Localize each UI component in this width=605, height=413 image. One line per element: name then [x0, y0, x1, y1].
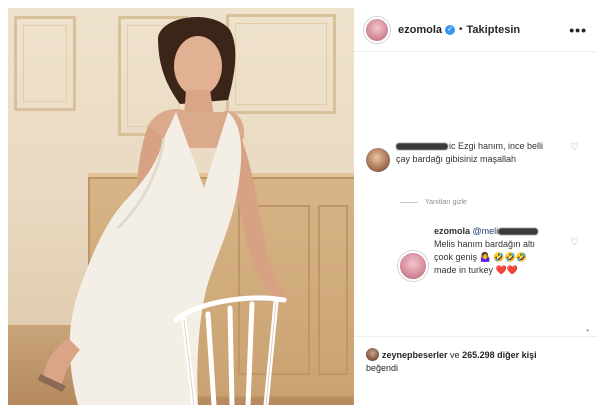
author-avatar[interactable]	[364, 16, 390, 43]
woman-in-white-dress	[38, 16, 287, 405]
divider	[354, 336, 597, 337]
post-sidebar: ezomola ✓ • Takiptesin ••• ic Ezgi hanım…	[354, 8, 597, 405]
redacted-username	[396, 143, 448, 151]
reply-line-3: made in turkey ❤️❤️	[434, 265, 518, 275]
mention-link[interactable]: @meli	[473, 226, 499, 236]
author-username[interactable]: ezomola	[398, 24, 442, 36]
likes-count[interactable]: 265.298 diğer kişi	[462, 350, 537, 360]
scroll-indicator: •	[586, 326, 589, 335]
reply-text: ezomola @meli Melis hanım bardağın altı …	[434, 225, 554, 277]
first-liker-username[interactable]: zeynepbeserler	[382, 350, 448, 360]
replies-divider	[400, 202, 418, 203]
comment-line-2: çay bardağı gibisiniz maşallah	[396, 154, 517, 164]
header-separator: •	[459, 24, 463, 35]
heart-outline-icon[interactable]: ♡	[570, 142, 579, 153]
likes-connector: ve	[447, 350, 463, 360]
hide-replies-label: Yanıtları gizle	[425, 199, 467, 206]
comment-text: ic Ezgi hanım, ince belli çay bardağı gi…	[396, 140, 566, 166]
reply-author-avatar[interactable]	[398, 251, 428, 281]
post-header: ezomola ✓ • Takiptesin •••	[354, 8, 597, 52]
reply-username[interactable]: ezomola	[434, 226, 470, 236]
likes-summary[interactable]: zeynepbeserler ve 265.298 diğer kişi beğ…	[366, 348, 586, 375]
reply-line-2: çook geniş 🤷‍♀️ 🤣🤣🤣	[434, 252, 527, 262]
reply-line-1: Melis hanım bardağın altı	[434, 239, 536, 249]
hide-replies-toggle[interactable]: Yanıtları gizle	[400, 199, 467, 206]
commenter-avatar[interactable]	[366, 148, 390, 172]
verified-badge-icon: ✓	[445, 24, 456, 35]
liker-avatar	[366, 348, 379, 361]
follow-status-button[interactable]: Takiptesin	[467, 24, 521, 36]
more-options-icon[interactable]: •••	[569, 22, 587, 38]
likes-suffix: beğendi	[366, 363, 399, 373]
redacted-mention	[498, 228, 539, 236]
comment-line-1: ic Ezgi hanım, ince belli	[449, 141, 544, 151]
heart-outline-icon[interactable]: ♡	[570, 237, 579, 248]
post-photo[interactable]	[8, 8, 354, 405]
